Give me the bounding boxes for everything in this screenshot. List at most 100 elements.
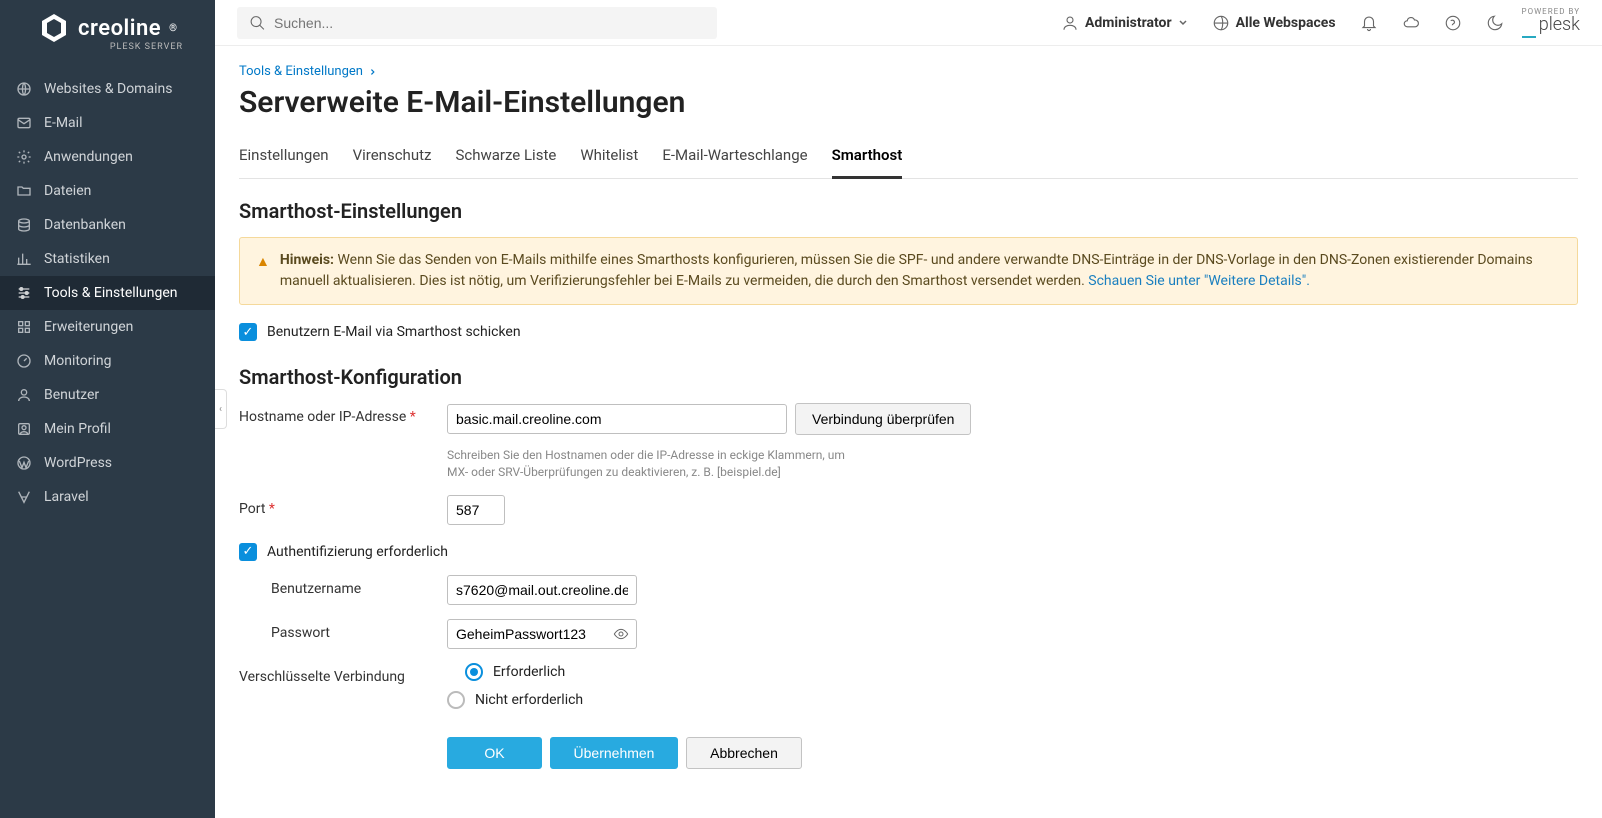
nav-label: Websites & Domains [44,81,172,97]
tab-settings[interactable]: Einstellungen [239,138,329,178]
tab-whitelist[interactable]: Whitelist [580,138,638,178]
nav-label: E-Mail [44,115,82,131]
auth-required-checkbox[interactable]: ✓ [239,543,257,561]
warning-icon: ▲ [256,252,270,292]
nav-label: Datenbanken [44,217,126,233]
chevron-right-icon [369,68,377,76]
nav-label: WordPress [44,455,112,471]
password-label: Passwort [239,619,447,641]
alert-text: Hinweis: Wenn Sie das Senden von E-Mails… [280,250,1561,292]
main: Administrator Alle Webspaces POWERED BY … [215,0,1602,818]
nav-label: Benutzer [44,387,99,403]
ok-button[interactable]: OK [447,737,542,769]
brand-sub: PLESK SERVER [110,42,183,52]
user-icon [16,387,32,403]
username-input[interactable] [447,575,637,605]
sliders-icon [16,285,32,301]
nav-users[interactable]: Benutzer [0,378,215,412]
nav-stats[interactable]: Statistiken [0,242,215,276]
nav-monitoring[interactable]: Monitoring [0,344,215,378]
moon-icon [1486,14,1504,32]
tab-antivirus[interactable]: Virenschutz [353,138,432,178]
webspaces-label: Alle Webspaces [1236,15,1336,31]
globe-icon [1212,14,1230,32]
alert-link[interactable]: Schauen Sie unter "Weitere Details". [1088,273,1310,289]
laravel-icon [16,489,32,505]
encryption-not-required-label: Nicht erforderlich [475,692,583,708]
apply-button[interactable]: Übernehmen [550,737,678,769]
username-label: Benutzername [239,575,447,597]
help-button[interactable] [1438,10,1468,36]
nav-laravel[interactable]: Laravel [0,480,215,514]
hostname-input[interactable] [447,404,787,434]
sidebar-collapse[interactable]: ‹ [215,389,227,429]
nav-label: Anwendungen [44,149,133,165]
alert-notice: ▲ Hinweis: Wenn Sie das Senden von E-Mai… [239,237,1578,305]
tab-smarthost[interactable]: Smarthost [832,138,903,179]
cancel-button[interactable]: Abbrechen [686,737,802,769]
smarthost-config-heading: Smarthost-Konfiguration [239,365,1578,389]
user-icon [1061,14,1079,32]
nav-apps[interactable]: Anwendungen [0,140,215,174]
puzzle-icon [16,319,32,335]
nav-label: Dateien [44,183,91,199]
cloud-icon [1402,14,1420,32]
nav-profile[interactable]: Mein Profil [0,412,215,446]
nav-list: Websites & Domains E-Mail Anwendungen Da… [0,72,215,514]
gear-icon [16,149,32,165]
encryption-required-label: Erforderlich [493,664,565,680]
check-connection-button[interactable]: Verbindung überprüfen [795,403,971,435]
tabs: Einstellungen Virenschutz Schwarze Liste… [239,138,1578,179]
breadcrumb-parent[interactable]: Tools & Einstellungen [239,64,363,79]
wordpress-icon [16,455,32,471]
encryption-not-required-radio[interactable] [447,691,465,709]
search-box[interactable] [237,7,717,39]
brand-logo: creoline® PLESK SERVER [0,0,215,64]
mail-icon [16,115,32,131]
help-icon [1444,14,1462,32]
theme-button[interactable] [1480,10,1510,36]
nav-label: Tools & Einstellungen [44,285,178,301]
cloud-button[interactable] [1396,10,1426,36]
bell-icon [1360,14,1378,32]
nav-email[interactable]: E-Mail [0,106,215,140]
nav-label: Mein Profil [44,421,111,437]
port-label: Port * [239,495,447,517]
nav-files[interactable]: Dateien [0,174,215,208]
page-title: Serverweite E-Mail-Einstellungen [239,85,1578,120]
nav-wordpress[interactable]: WordPress [0,446,215,480]
encryption-label: Verschlüsselte Verbindung [239,663,447,685]
topbar: Administrator Alle Webspaces POWERED BY … [215,0,1602,46]
tab-mailqueue[interactable]: E-Mail-Warteschlange [662,138,807,178]
content: Tools & Einstellungen Serverweite E-Mail… [215,46,1602,787]
encryption-required-radio[interactable] [465,663,483,681]
notifications-button[interactable] [1354,10,1384,36]
globe-icon [16,81,32,97]
nav-websites[interactable]: Websites & Domains [0,72,215,106]
user-name: Administrator [1085,15,1172,31]
alert-body: Wenn Sie das Senden von E-Mails mithilfe… [280,252,1533,289]
search-icon [249,14,266,32]
nav-label: Monitoring [44,353,112,369]
webspaces-link[interactable]: Alle Webspaces [1206,10,1342,36]
tab-blacklist[interactable]: Schwarze Liste [455,138,556,178]
monitor-icon [16,353,32,369]
hostname-label: Hostname oder IP-Adresse * [239,403,447,425]
user-menu[interactable]: Administrator [1055,10,1194,36]
nav-label: Laravel [44,489,89,505]
toggle-password-icon[interactable] [613,626,629,642]
breadcrumb: Tools & Einstellungen [239,64,1578,79]
search-input[interactable] [274,15,705,31]
nav-databases[interactable]: Datenbanken [0,208,215,242]
chevron-down-icon [1178,18,1188,28]
sidebar: creoline® PLESK SERVER Websites & Domain… [0,0,215,818]
password-input[interactable] [447,619,637,649]
port-input[interactable] [447,495,505,525]
send-via-smarthost-checkbox[interactable]: ✓ [239,323,257,341]
nav-label: Statistiken [44,251,110,267]
auth-required-label: Authentifizierung erforderlich [267,544,448,560]
powered-by: POWERED BY plesk [1522,8,1580,38]
nav-extensions[interactable]: Erweiterungen [0,310,215,344]
nav-tools[interactable]: Tools & Einstellungen [0,276,215,310]
brand-name: creoline [78,16,161,41]
